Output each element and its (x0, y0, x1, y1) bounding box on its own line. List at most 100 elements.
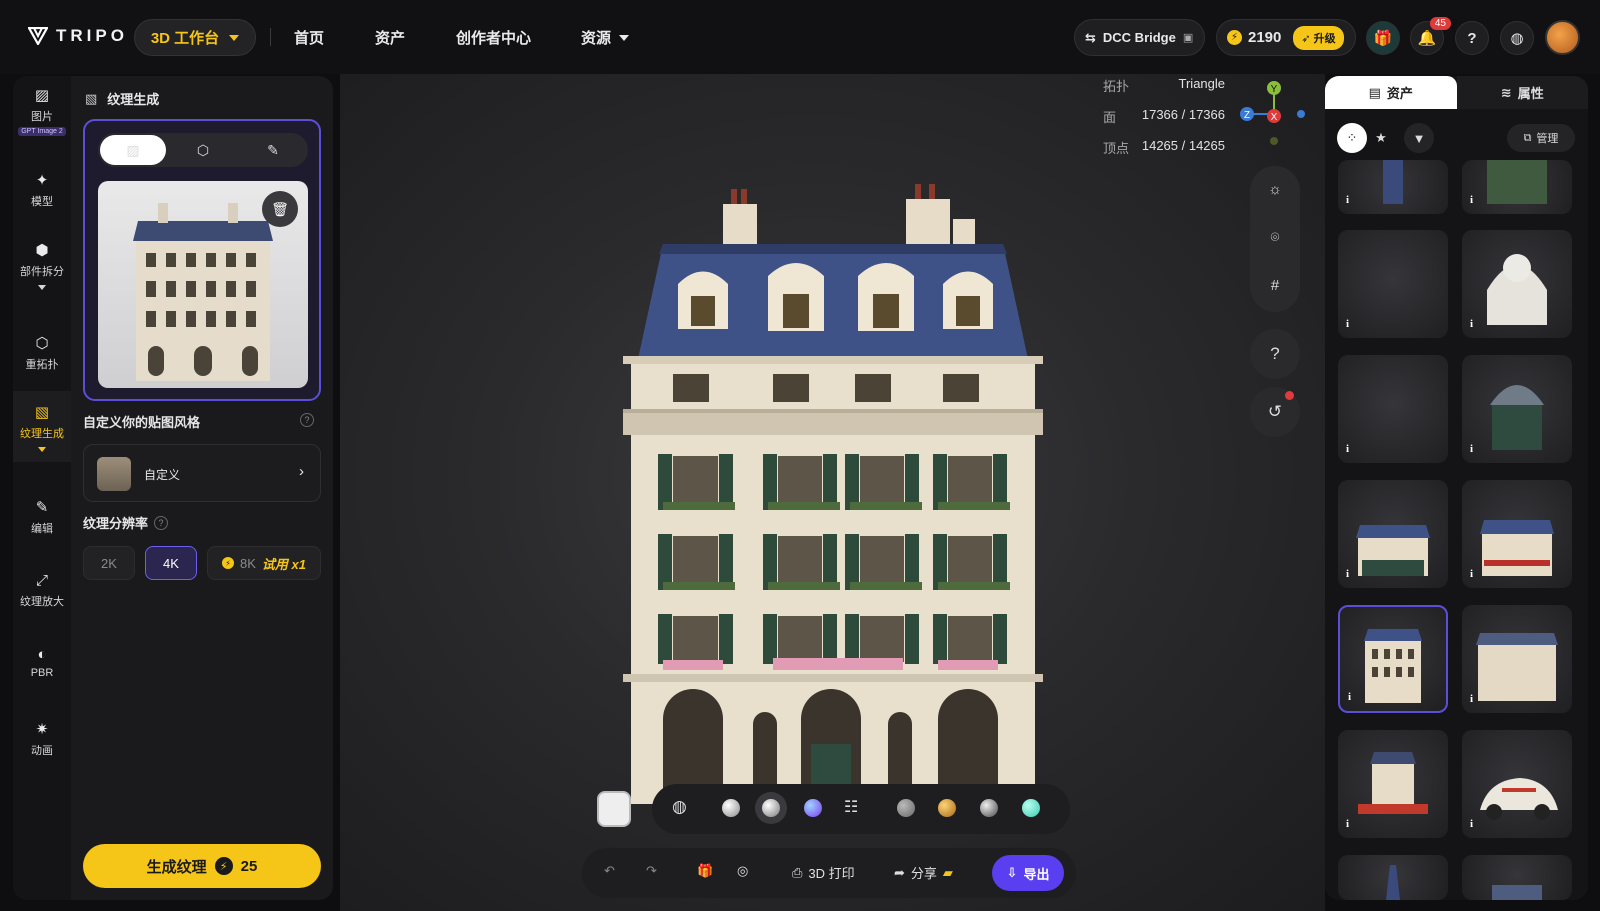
asset-thumbnail[interactable] (1338, 855, 1448, 900)
nav-resources[interactable]: 资源 (581, 27, 630, 48)
asset-thumbnail[interactable]: i (1462, 160, 1572, 214)
asset-thumbnail-selected[interactable]: i (1338, 605, 1448, 713)
help-icon[interactable]: ? (154, 515, 169, 530)
rail-item-part-split[interactable]: ⬢ 部件拆分 (13, 241, 71, 290)
nav-creator-center[interactable]: 创作者中心 (456, 27, 531, 48)
multi-mode-tab[interactable]: ⬡ (170, 135, 236, 165)
asset-thumbnail[interactable]: i (1338, 480, 1448, 588)
screenshot-button[interactable]: ⌾ (1250, 214, 1300, 262)
pencil-icon: ✎ (267, 141, 279, 158)
favorites-filter-button[interactable]: ★ (1366, 123, 1396, 153)
env-gold-button[interactable] (938, 799, 956, 817)
help-icon[interactable]: ? (300, 413, 314, 427)
info-icon[interactable]: i (1346, 443, 1349, 455)
rail-item-edit[interactable]: ✎ 编辑 (13, 498, 71, 536)
info-icon[interactable]: i (1346, 194, 1349, 206)
info-icon[interactable]: i (1346, 568, 1349, 580)
manage-button[interactable]: ⧉ 管理 (1507, 124, 1575, 152)
asset-thumbnail[interactable]: i (1462, 230, 1572, 338)
material-normal-button[interactable] (804, 799, 822, 817)
tab-properties[interactable]: ≋ 属性 (1456, 76, 1588, 109)
info-icon[interactable]: i (1470, 318, 1473, 330)
rail-item-animation[interactable]: ✷ 动画 (13, 720, 71, 758)
image-icon: ▨ (34, 87, 50, 104)
info-icon[interactable]: i (1470, 693, 1473, 705)
stat-label: 面 (1103, 110, 1117, 125)
axis-gizmo[interactable]: Y Z X (1236, 78, 1306, 148)
asset-thumbnail[interactable]: i (1462, 355, 1572, 463)
asset-thumbnail[interactable]: i (1338, 160, 1448, 214)
dcc-bridge-button[interactable]: ⇆ DCC Bridge ▣ (1074, 19, 1205, 56)
share-button[interactable]: ➦ 分享 ▰ (894, 863, 953, 882)
sliders-icon[interactable]: ☷ (844, 797, 858, 817)
undo-button[interactable]: ↶ (604, 863, 615, 879)
export-button[interactable]: ⇩ 导出 (992, 855, 1064, 891)
text-mode-tab[interactable]: ✎ (240, 135, 306, 165)
input-image-preview[interactable]: 🗑 (98, 181, 308, 388)
rail-item-image[interactable]: ▨ 图片 GPT Image 2 (13, 86, 71, 136)
generate-texture-button[interactable]: 生成纹理 ⚡ 25 (83, 844, 321, 888)
asset-thumbnail[interactable]: i (1338, 730, 1448, 838)
gpt-badge: GPT Image 2 (18, 127, 66, 136)
asset-thumbnail[interactable]: i (1462, 730, 1572, 838)
asset-thumbnail[interactable]: i (1338, 355, 1448, 463)
3d-print-button[interactable]: ⎙ 3D 打印 (792, 863, 855, 882)
resolution-8k-button[interactable]: ⚡ 8K 试用 x1 (207, 546, 321, 580)
asset-thumbnail[interactable] (1462, 855, 1572, 900)
gift-tool-button[interactable]: 🎁 (697, 863, 713, 879)
asset-thumbnail[interactable]: i (1338, 230, 1448, 338)
language-button[interactable]: ◍ (1500, 21, 1534, 55)
nav-assets[interactable]: 资产 (375, 27, 405, 48)
rail-item-texture[interactable]: ▧ 纹理生成 (13, 391, 71, 462)
env-teal-button[interactable] (1022, 799, 1040, 817)
workbench-dropdown[interactable]: 3D 工作台 (134, 19, 256, 56)
rail-item-pbr[interactable]: ◐ PBR (13, 646, 71, 679)
avatar[interactable] (1545, 20, 1580, 55)
history-button[interactable]: ↺ (1250, 387, 1300, 437)
orbit-button[interactable]: ◎ (737, 863, 748, 879)
filter-button[interactable]: ▼ (1404, 123, 1434, 153)
asset-thumbnail[interactable]: i (1462, 480, 1572, 588)
env-grey-button[interactable] (897, 799, 915, 817)
env-chrome-button[interactable] (980, 799, 998, 817)
help-chat-button[interactable]: ? (1455, 21, 1489, 55)
info-icon[interactable]: i (1470, 818, 1473, 830)
lighting-button[interactable]: ☼ (1250, 166, 1300, 214)
delete-image-button[interactable]: 🗑 (262, 191, 298, 227)
chevron-right-icon: › (299, 463, 304, 480)
notifications-button[interactable]: 🔔 45 (1410, 17, 1451, 55)
logo[interactable]: TRIPO (28, 26, 128, 46)
info-icon[interactable]: i (1348, 691, 1351, 703)
grid-view-button[interactable]: ⁘ (1337, 123, 1367, 153)
info-icon[interactable]: i (1346, 318, 1349, 330)
stat-value: Triangle (1178, 76, 1225, 91)
material-clay-button[interactable] (722, 799, 740, 817)
info-icon[interactable]: i (1470, 194, 1473, 206)
asset-thumbnail[interactable]: i (1462, 605, 1572, 713)
upgrade-label: 升级 (1313, 32, 1336, 45)
rail-item-texture-upscale[interactable]: ⤢ 纹理放大 (13, 572, 71, 609)
redo-button[interactable]: ↷ (646, 863, 657, 879)
top-bar: TRIPO 3D 工作台 首页 资产 创作者中心 资源 ⇆ DCC Bridge… (0, 0, 1600, 74)
rail-item-model[interactable]: ✦ 模型 (13, 171, 71, 209)
filter-icon: ▼ (1412, 130, 1426, 146)
upgrade-button[interactable]: ➶ 升级 (1293, 25, 1344, 50)
credits-pill[interactable]: ⚡ 2190 ➶ 升级 (1216, 19, 1356, 56)
printer-icon: ⎙ (792, 864, 803, 880)
grid-button[interactable]: # (1250, 262, 1300, 310)
wireframe-button[interactable]: ◍ (672, 797, 687, 817)
info-icon[interactable]: i (1470, 443, 1473, 455)
help-button[interactable]: ? (1250, 329, 1300, 379)
assets-panel: ▤ 资产 ≋ 属性 ⁘ ★ ▼ ⧉ 管理 i i i i i i i i i i… (1325, 76, 1588, 900)
rail-item-retopology[interactable]: ⬡ 重拓扑 (13, 334, 71, 372)
info-icon[interactable]: i (1470, 568, 1473, 580)
resolution-4k-button[interactable]: 4K (145, 546, 197, 580)
gift-button[interactable]: 🎁 (1366, 21, 1400, 55)
image-mode-tab[interactable]: ▨ (100, 135, 166, 165)
tab-assets[interactable]: ▤ 资产 (1325, 76, 1457, 109)
resolution-2k-button[interactable]: 2K (83, 546, 135, 580)
texture-thumbnail-button[interactable] (597, 791, 631, 827)
nav-home[interactable]: 首页 (294, 27, 324, 48)
info-icon[interactable]: i (1346, 818, 1349, 830)
style-selector[interactable]: 自定义 › (83, 444, 321, 502)
